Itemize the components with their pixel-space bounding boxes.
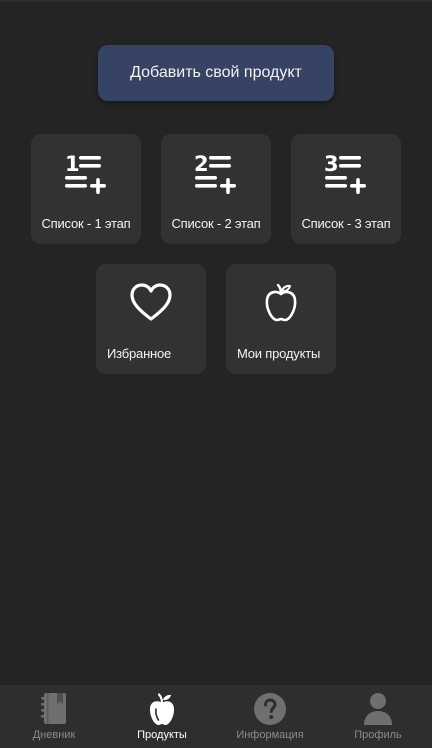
person-icon [358,692,398,726]
list-1-add-icon: 1 [31,152,141,194]
add-product-button-label: Добавить свой продукт [130,64,302,81]
tile-label: Список - 2 этап [171,216,261,231]
tile-label: Список - 3 этап [301,216,391,231]
bottom-nav: Дневник Продукты Информация Профиль [0,685,432,748]
apple-icon [226,282,336,324]
apple-icon [142,692,182,726]
svg-text:1: 1 [65,152,80,176]
status-bar-edge [0,0,432,2]
nav-item-information[interactable]: Информация [216,685,324,748]
tile-list-stage-2[interactable]: 2 Список - 2 этап [161,134,271,244]
list-3-add-icon: 3 [291,152,401,194]
question-icon [250,692,290,726]
notebook-icon [34,692,74,726]
tile-label: Мои продукты [237,346,321,361]
nav-label-products: Продукты [137,729,187,741]
tile-favorites[interactable]: Избранное [96,264,206,374]
nav-item-profile[interactable]: Профиль [324,685,432,748]
nav-item-diary[interactable]: Дневник [0,685,108,748]
nav-item-products[interactable]: Продукты [108,685,216,748]
add-product-button[interactable]: Добавить свой продукт [98,45,334,101]
tile-list-stage-3[interactable]: 3 Список - 3 этап [291,134,401,244]
tile-label: Список - 1 этап [41,216,131,231]
list-2-add-icon: 2 [161,152,271,194]
tile-list-stage-1[interactable]: 1 Список - 1 этап [31,134,141,244]
nav-label-diary: Дневник [32,729,76,741]
nav-label-information: Информация [236,729,304,741]
svg-text:2: 2 [194,152,209,176]
svg-text:3: 3 [324,152,339,176]
nav-label-profile: Профиль [354,729,402,741]
tile-my-products[interactable]: Мои продукты [226,264,336,374]
tile-label: Избранное [107,346,172,361]
heart-icon [96,282,206,324]
